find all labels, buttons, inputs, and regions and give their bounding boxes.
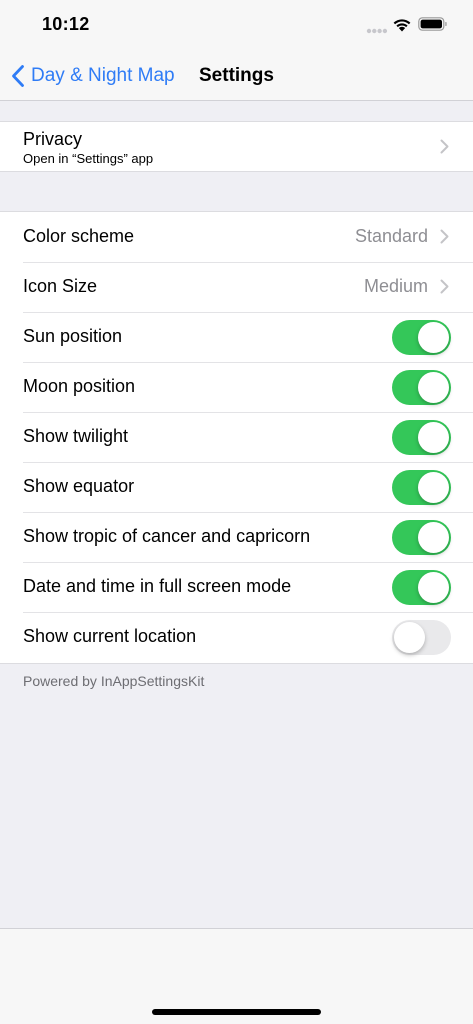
toggle-row-show-equator: Show equator — [0, 462, 473, 512]
navigation-bar: Day & Night Map Settings — [0, 52, 473, 101]
battery-icon — [418, 17, 447, 31]
icon-size-value: Medium — [363, 276, 428, 296]
settings-screen: 10:12 Day & Night Map Settings Privacy O… — [0, 0, 473, 1024]
toggle-row-sun-position: Sun position — [0, 312, 473, 362]
toggle-knob — [418, 522, 449, 553]
cellular-signal-icon — [366, 28, 388, 34]
icon-size-row[interactable]: Icon Size Medium — [0, 262, 473, 312]
show-twilight-toggle[interactable] — [392, 420, 451, 455]
privacy-group: Privacy Open in “Settings” app — [0, 121, 473, 172]
chevron-right-icon — [440, 279, 449, 294]
page-title: Settings — [199, 65, 274, 86]
toggle-knob — [394, 622, 425, 653]
toggle-row-show-twilight: Show twilight — [0, 412, 473, 462]
sun-position-toggle[interactable] — [392, 320, 451, 355]
footer-credit: Powered by InAppSettingsKit — [23, 673, 205, 689]
moon-position-toggle[interactable] — [392, 370, 451, 405]
toggle-row-show-tropics: Show tropic of cancer and capricorn — [0, 512, 473, 562]
chevron-right-icon — [440, 229, 449, 244]
show-twilight-label: Show twilight — [23, 426, 129, 446]
date-time-fullscreen-toggle[interactable] — [392, 570, 451, 605]
color-scheme-value: Standard — [354, 226, 428, 246]
settings-group: Color scheme Standard Icon Size Medium S… — [0, 211, 473, 664]
show-equator-toggle[interactable] — [392, 470, 451, 505]
toggle-row-moon-position: Moon position — [0, 362, 473, 412]
home-indicator — [152, 1009, 321, 1015]
toggle-knob — [418, 422, 449, 453]
toggle-knob — [418, 572, 449, 603]
back-button-label: Day & Night Map — [31, 65, 175, 86]
show-current-location-label: Show current location — [23, 626, 197, 646]
icon-size-label: Icon Size — [23, 276, 98, 296]
toggle-row-date-time-fullscreen: Date and time in full screen mode — [0, 562, 473, 612]
color-scheme-row[interactable]: Color scheme Standard — [0, 212, 473, 262]
color-scheme-label: Color scheme — [23, 226, 135, 246]
status-time: 10:12 — [42, 14, 90, 34]
show-equator-label: Show equator — [23, 476, 135, 496]
privacy-row[interactable]: Privacy Open in “Settings” app — [0, 122, 473, 172]
chevron-left-icon — [12, 65, 24, 87]
toggle-knob — [418, 372, 449, 403]
status-bar: 10:12 — [0, 0, 473, 52]
show-current-location-toggle[interactable] — [392, 620, 451, 655]
wifi-icon — [393, 19, 411, 32]
toggle-knob — [418, 322, 449, 353]
bottom-toolbar — [0, 928, 473, 1024]
privacy-subtitle: Open in “Settings” app — [23, 151, 154, 166]
sun-position-label: Sun position — [23, 326, 123, 346]
show-tropics-toggle[interactable] — [392, 520, 451, 555]
toggle-knob — [418, 472, 449, 503]
chevron-right-icon — [440, 139, 449, 154]
date-time-fullscreen-label: Date and time in full screen mode — [23, 576, 292, 596]
show-tropics-label: Show tropic of cancer and capricorn — [23, 526, 311, 546]
toggle-row-show-current-location: Show current location — [0, 612, 473, 662]
moon-position-label: Moon position — [23, 376, 136, 396]
privacy-title: Privacy — [23, 129, 83, 149]
back-button[interactable]: Day & Night Map — [10, 62, 175, 90]
